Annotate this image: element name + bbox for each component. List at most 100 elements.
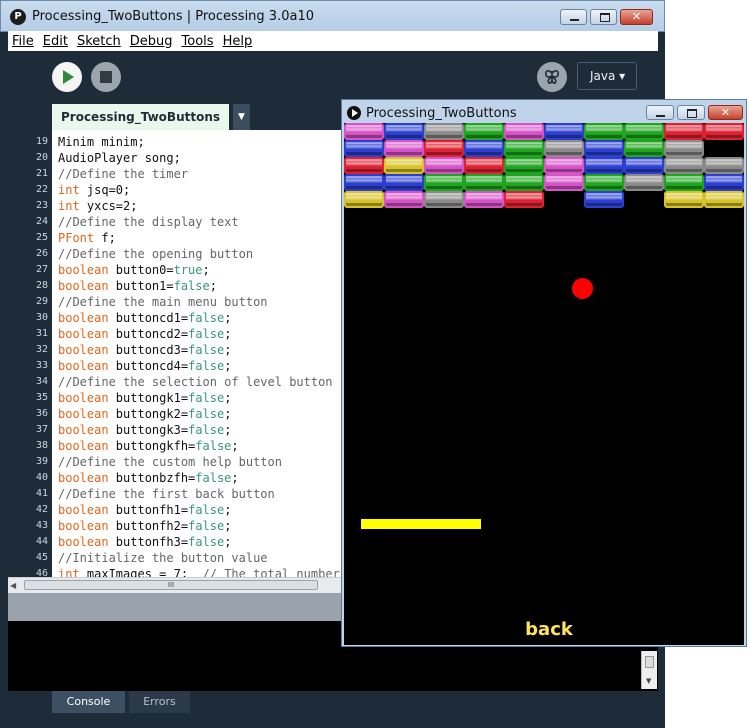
scroll-grip[interactable]: [645, 656, 654, 668]
line-number: 41: [35, 488, 48, 499]
line-number: 35: [35, 392, 48, 403]
brick: [384, 123, 424, 140]
line-number: 31: [35, 328, 48, 339]
code-text: //Define the display text: [58, 215, 239, 229]
minimize-icon[interactable]: [560, 9, 587, 25]
brick: [384, 140, 424, 157]
menu-file[interactable]: File: [8, 34, 39, 49]
console-tab-bar: Console Errors: [8, 691, 658, 715]
brick: [704, 191, 744, 208]
line-number: 22: [35, 184, 48, 195]
vertical-scrollbar[interactable]: ▼: [641, 651, 657, 689]
line-number: 20: [35, 152, 48, 163]
code-text: boolean buttoncd3=false;: [58, 343, 232, 357]
code-text: boolean buttoncd4=false;: [58, 359, 232, 373]
code-text: boolean buttonbzfh=false;: [58, 471, 239, 485]
brick: [424, 157, 464, 174]
brick: [384, 174, 424, 191]
close-icon[interactable]: ✕: [708, 105, 743, 120]
sketch-window: Processing_TwoButtons ✕ back: [341, 99, 747, 647]
line-number: 40: [35, 472, 48, 483]
line-number: 33: [35, 360, 48, 371]
code-text: boolean button0=true;: [58, 263, 210, 277]
brick: [664, 123, 704, 140]
brick: [704, 123, 744, 140]
brick: [344, 174, 384, 191]
brick: [664, 191, 704, 208]
menu-sketch[interactable]: Sketch: [73, 34, 126, 49]
code-text: boolean button1=false;: [58, 279, 217, 293]
line-number: 27: [35, 264, 48, 275]
ide-title-bar: P Processing_TwoButtons | Processing 3.0…: [0, 0, 665, 32]
brick: [584, 157, 624, 174]
brick: [504, 157, 544, 174]
brick: [664, 174, 704, 191]
line-number: 24: [35, 216, 48, 227]
brick: [504, 123, 544, 140]
code-text: boolean buttongk1=false;: [58, 391, 232, 405]
mode-selector[interactable]: Java ▾: [577, 62, 637, 90]
menu-help[interactable]: Help: [219, 34, 258, 49]
brick: [424, 191, 464, 208]
brick: [624, 174, 664, 191]
brick: [424, 140, 464, 157]
scroll-left-icon[interactable]: ◀: [10, 581, 16, 590]
code-text: int yxcs=2;: [58, 199, 138, 213]
line-number: 44: [35, 536, 48, 547]
maximize-icon[interactable]: [677, 105, 705, 120]
line-number: 45: [35, 552, 48, 563]
line-number: 28: [35, 280, 48, 291]
line-number: 36: [35, 408, 48, 419]
tab-processing-twobuttons[interactable]: Processing_TwoButtons: [52, 104, 229, 130]
sketch-window-title: Processing_TwoButtons: [366, 106, 517, 121]
brick: [384, 191, 424, 208]
brick: [504, 140, 544, 157]
menu-debug[interactable]: Debug: [126, 34, 178, 49]
tab-menu-icon[interactable]: ▼: [233, 104, 250, 130]
menu-tools[interactable]: Tools: [178, 34, 219, 49]
menu-bar: File Edit Sketch Debug Tools Help: [8, 31, 658, 51]
brick: [624, 123, 664, 140]
brick: [504, 174, 544, 191]
menu-edit[interactable]: Edit: [39, 34, 73, 49]
scroll-down-icon[interactable]: ▼: [646, 677, 651, 685]
code-text: boolean buttongkfh=false;: [58, 439, 239, 453]
brick: [384, 157, 424, 174]
line-number: 23: [35, 200, 48, 211]
code-text: //Define the selection of level button: [58, 375, 333, 389]
scroll-thumb[interactable]: III: [24, 580, 318, 590]
brick: [584, 191, 624, 208]
back-button[interactable]: back: [504, 619, 594, 640]
brick: [584, 140, 624, 157]
close-icon[interactable]: ✕: [620, 9, 653, 25]
line-number: 25: [35, 232, 48, 243]
tab-console[interactable]: Console: [52, 691, 125, 713]
code-text: //Define the opening button: [58, 247, 254, 261]
line-number: 32: [35, 344, 48, 355]
code-text: //Define the timer: [58, 167, 189, 181]
debugger-butterfly-icon[interactable]: [537, 62, 567, 92]
brick: [664, 157, 704, 174]
tab-errors[interactable]: Errors: [129, 691, 190, 713]
ball: [572, 278, 593, 299]
sketch-window-controls: ✕: [646, 105, 743, 120]
line-number: 42: [35, 504, 48, 515]
game-canvas[interactable]: back: [344, 123, 744, 645]
line-number: 29: [35, 296, 48, 307]
processing-logo-icon: P: [10, 9, 26, 25]
code-text: boolean buttonfh1=false;: [58, 503, 232, 517]
code-text: //Initialize the button value: [58, 551, 268, 565]
maximize-icon[interactable]: [590, 9, 617, 25]
minimize-icon[interactable]: [646, 105, 674, 120]
paddle[interactable]: [361, 519, 481, 529]
run-button[interactable]: [52, 62, 82, 92]
stop-button[interactable]: [91, 62, 121, 92]
line-number: 43: [35, 520, 48, 531]
code-text: boolean buttonfh2=false;: [58, 519, 232, 533]
line-number: 39: [35, 456, 48, 467]
brick: [344, 140, 384, 157]
toolbar: Java ▾: [8, 51, 658, 104]
code-text: AudioPlayer song;: [58, 151, 181, 165]
brick: [704, 157, 744, 174]
code-text: Minim minim;: [58, 135, 145, 149]
